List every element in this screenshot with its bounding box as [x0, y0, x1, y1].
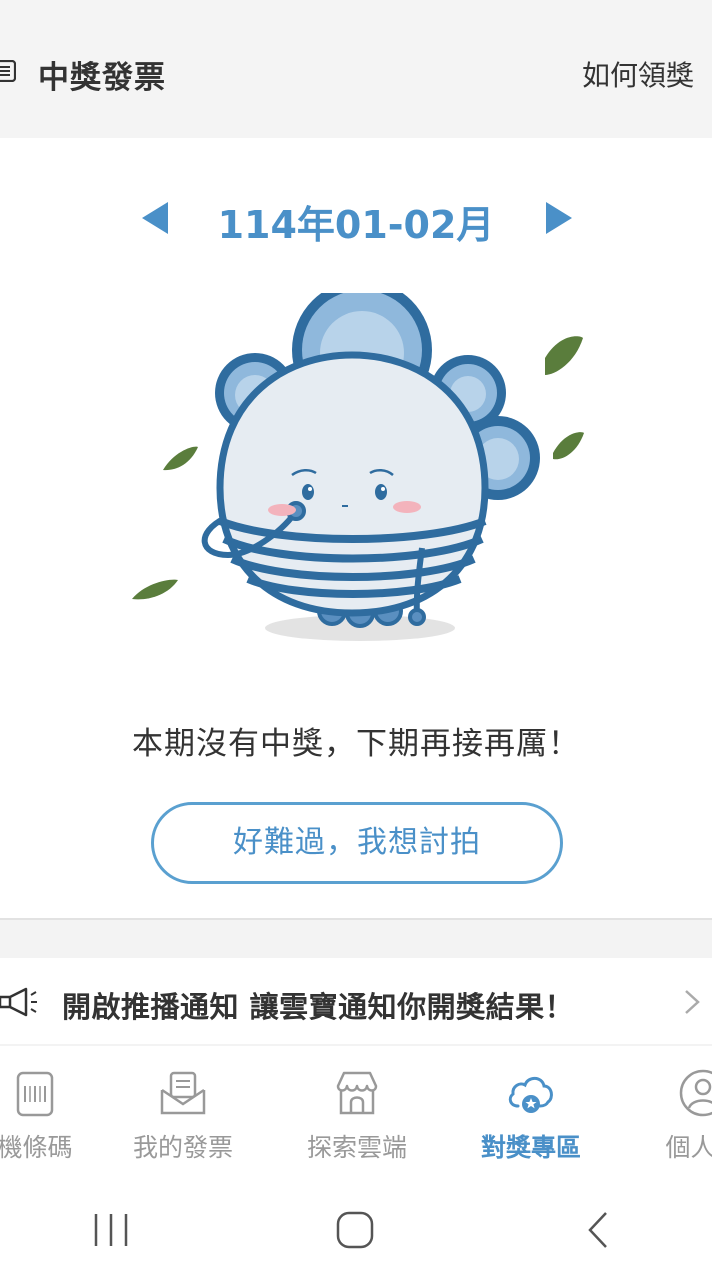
result-card: 114年01-02月 本期沒有中獎，下期再接再厲！ 好難過，我想討拍: [0, 138, 712, 920]
tab-prize-check[interactable]: 對獎專區: [456, 1046, 606, 1180]
push-notification-banner[interactable]: 開啟推播通知 讓雲寶通知你開獎結果！: [0, 958, 712, 1044]
no-win-message: 本期沒有中獎，下期再接再厲！: [132, 726, 580, 762]
back-icon[interactable]: [574, 1210, 624, 1250]
recent-apps-icon[interactable]: [86, 1210, 136, 1250]
bottom-tab-bar: 機條碼 我的發票 探索雲端 對獎專區 個人: [0, 1046, 712, 1180]
cloud-star-icon: [508, 1076, 553, 1113]
chevron-right-icon: [685, 990, 700, 1014]
tab-label: 機條碼: [0, 1133, 73, 1162]
app-header: 中獎發票 如何領獎: [0, 0, 712, 138]
tab-profile[interactable]: 個人設: [628, 1046, 712, 1180]
page-title: 中獎發票: [38, 60, 166, 96]
tab-label: 我的發票: [132, 1133, 233, 1162]
notification-prompt-text: 開啟推播通知 讓雲寶通知你開獎結果！: [62, 990, 575, 1024]
sad-cloud-mascot-illustration: [132, 293, 584, 641]
tab-barcode[interactable]: 機條碼: [0, 1046, 110, 1180]
next-period-arrow-icon[interactable]: [544, 200, 574, 236]
list-menu-icon[interactable]: [0, 60, 16, 82]
invoice-icon: [160, 1071, 206, 1115]
tab-explore-cloud[interactable]: 探索雲端: [282, 1046, 432, 1180]
barcode-icon: [16, 1071, 54, 1117]
profile-icon: [679, 1069, 712, 1117]
tab-label: 對獎專區: [480, 1133, 581, 1162]
megaphone-icon: [0, 987, 37, 1017]
tab-my-invoices[interactable]: 我的發票: [108, 1046, 258, 1180]
tab-label: 個人設: [665, 1133, 712, 1162]
tab-label: 探索雲端: [306, 1133, 407, 1162]
comfort-me-button[interactable]: 好難過，我想討拍: [151, 802, 563, 884]
store-icon: [336, 1071, 378, 1115]
period-selector: 114年01-02月: [0, 190, 712, 247]
how-to-claim-link[interactable]: 如何領獎: [582, 54, 694, 94]
page: 中獎發票 如何領獎 114年01-02月 本期沒有中獎，下期再接再厲！ 好難過，…: [0, 0, 712, 1280]
home-icon[interactable]: [330, 1210, 380, 1250]
system-navigation-bar: [0, 1180, 712, 1280]
period-label: 114年01-02月: [217, 203, 495, 247]
